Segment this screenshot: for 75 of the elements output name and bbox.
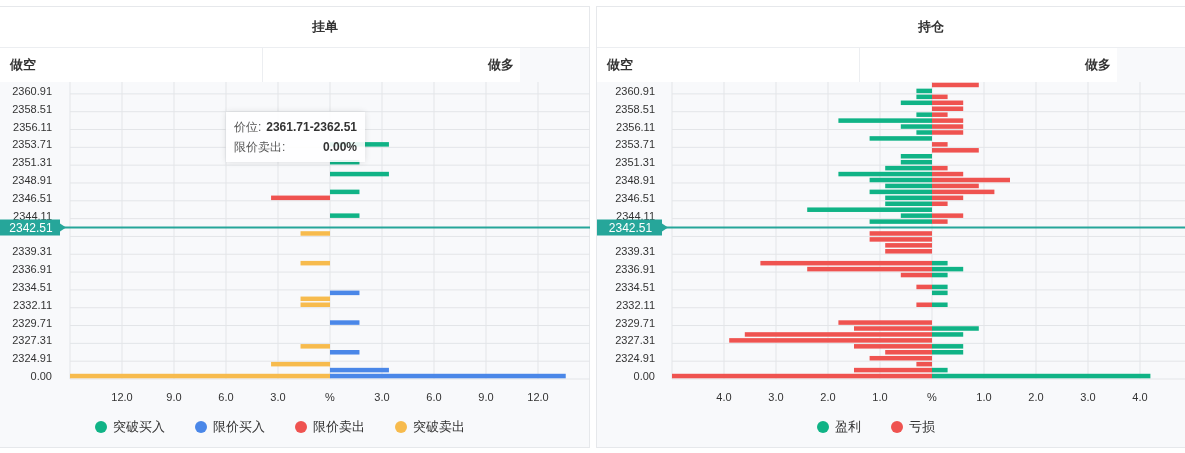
- axis-label: 2332.11: [13, 298, 52, 311]
- tick-label: 1.0: [976, 391, 992, 403]
- bar: [330, 320, 360, 325]
- tooltip-value: 2361.71-2362.51: [266, 119, 357, 136]
- axis-label: 2324.91: [12, 352, 52, 365]
- tick-label: 9.0: [166, 391, 182, 403]
- tooltip-label: 价位:: [234, 119, 262, 136]
- axis-label: 2348.91: [12, 174, 52, 186]
- axis-label: 2329.71: [12, 316, 52, 329]
- tick-label: 2.0: [1028, 391, 1044, 403]
- short-label: 做空: [607, 56, 633, 75]
- tick-label: 9.0: [478, 391, 494, 403]
- tick-label: 3.0: [374, 391, 390, 403]
- price-tag: 2342.51: [597, 219, 668, 236]
- tick-label: 4.0: [716, 391, 732, 403]
- tick-label: %: [325, 391, 335, 403]
- long-label: 做多: [1085, 56, 1111, 75]
- bar: [300, 260, 330, 266]
- axis-label: 2358.51: [12, 102, 52, 115]
- tick-label: 3.0: [270, 391, 286, 403]
- price-tag: 2342.51: [0, 219, 66, 236]
- legend-label: 突破卖出: [412, 418, 465, 437]
- axis-label: 2351.31: [615, 156, 655, 169]
- y-tick-label: 2342.51: [608, 221, 653, 236]
- axis-label: 2358.51: [615, 102, 655, 115]
- axis-label: 0.00: [30, 370, 52, 383]
- axis-label: 2353.71: [615, 138, 655, 151]
- tooltip-value: 0.00%: [322, 139, 357, 156]
- axis-label: 2356.11: [13, 120, 52, 133]
- axis-label: 2346.51: [12, 191, 52, 204]
- axis-label: 2344.11: [616, 209, 655, 222]
- axis-label: 0.00: [633, 370, 655, 383]
- bar: [300, 231, 330, 236]
- legend-label: 突破买入: [112, 418, 165, 437]
- axis-label: 2334.51: [615, 280, 655, 293]
- tick-label: 3.0: [1080, 391, 1096, 403]
- tick-label: 3.0: [768, 391, 784, 403]
- y-tick-label: 2342.51: [9, 221, 54, 236]
- axis-label: 2336.91: [615, 263, 655, 276]
- tick-label: 2.0: [820, 391, 836, 403]
- axis-label: 2327.31: [12, 334, 52, 347]
- tick-label: 6.0: [218, 391, 234, 403]
- legend-label: 限价卖出: [312, 418, 365, 437]
- tick-label: 4.0: [1132, 391, 1148, 403]
- axis-label: 2339.31: [12, 245, 52, 258]
- tick-label: %: [927, 391, 937, 403]
- axis-label: 2353.71: [12, 138, 52, 151]
- axis-label: 2360.91: [615, 84, 655, 97]
- legend-label: 盈利: [835, 418, 861, 437]
- legend-label: 亏损: [909, 418, 935, 437]
- axis-label: 2344.11: [13, 209, 52, 222]
- tick-label: 1.0: [872, 391, 888, 403]
- short-label: 做空: [10, 56, 36, 75]
- axis-label: 2334.51: [12, 280, 52, 293]
- axis-label: 2356.11: [616, 120, 655, 133]
- axis-label: 2336.91: [12, 263, 52, 276]
- axis-label: 2346.51: [615, 191, 655, 204]
- long-label: 做多: [488, 56, 514, 75]
- bar: [330, 171, 389, 177]
- panel-title: 持仓: [918, 18, 944, 37]
- axis-label: 2360.91: [12, 84, 52, 97]
- axis-label: 2329.71: [615, 316, 655, 329]
- axis-label: 2351.31: [12, 156, 52, 169]
- axis-label: 2324.91: [615, 352, 655, 365]
- tick-label: 12.0: [111, 391, 133, 403]
- axis-label: 2348.91: [615, 174, 655, 186]
- bar: [330, 213, 360, 218]
- legend-label: 限价买入: [212, 418, 265, 437]
- tick-label: 12.0: [527, 391, 549, 403]
- axis-label: 2332.11: [616, 298, 655, 311]
- tooltip-label: 限价卖出:: [234, 139, 286, 156]
- panel-title: 挂单: [311, 18, 338, 37]
- axis-label: 2327.31: [615, 334, 655, 347]
- tick-label: 6.0: [426, 391, 442, 403]
- axis-label: 2339.31: [615, 245, 655, 258]
